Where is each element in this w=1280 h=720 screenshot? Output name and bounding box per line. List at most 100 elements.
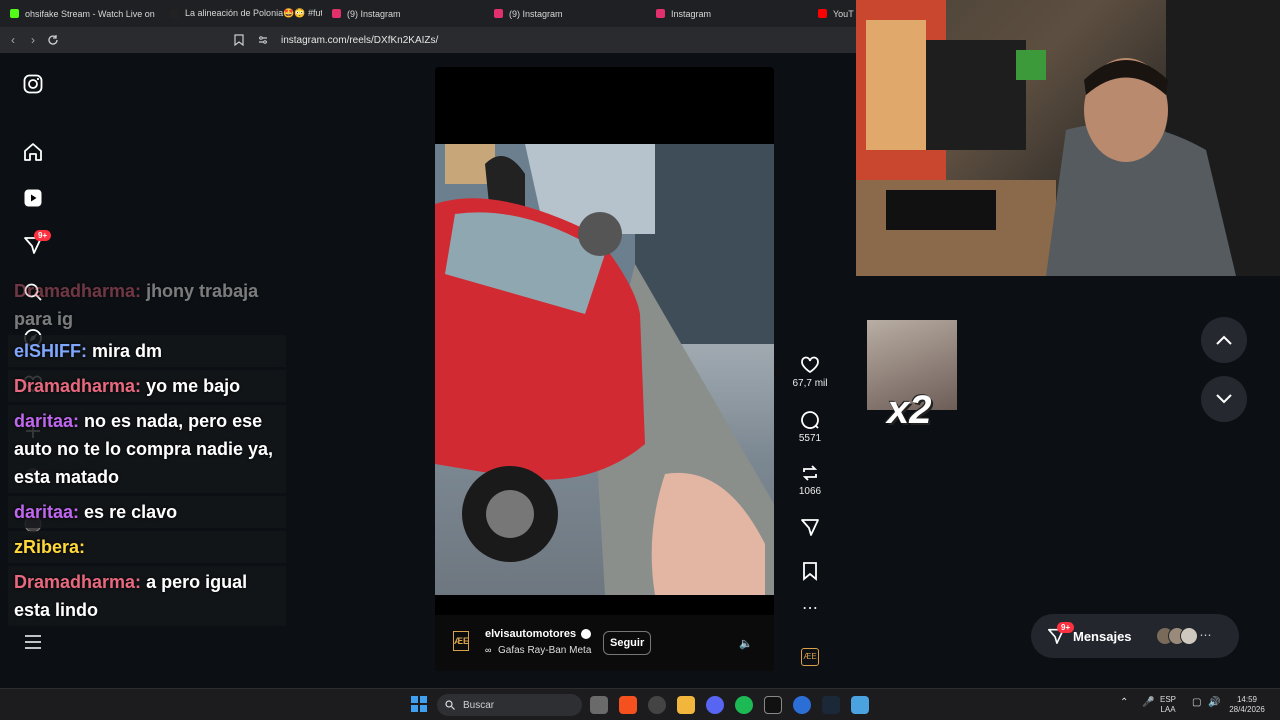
comment-button[interactable]: 5571	[786, 410, 834, 444]
browser-tab[interactable]: (9) Instagram	[322, 0, 484, 27]
chat-username[interactable]: daritaa:	[14, 502, 79, 522]
browser-tab[interactable]: La alineación de Polonia🤩😳 #futb	[160, 0, 322, 27]
browser-tab[interactable]: ohsifake Stream - Watch Live on	[0, 0, 160, 27]
audio-thumbnail[interactable]: ÆE	[786, 648, 834, 666]
tab-favicon-icon	[10, 9, 19, 18]
like-count: 67,7 mil	[792, 378, 828, 389]
chevron-down-icon	[1216, 394, 1232, 404]
capcut-icon[interactable]	[764, 696, 782, 714]
windows-taskbar: Buscar ⌃ 🎤 ESP LAA ▢ 🔊 14:59 28/4/2026	[0, 688, 1280, 720]
repost-button[interactable]: 1066	[786, 463, 834, 497]
chat-username[interactable]: elSHIFF:	[14, 341, 87, 361]
glasses-icon: ∞	[485, 645, 492, 655]
bookmark-icon	[803, 562, 817, 581]
browser-tab[interactable]: Instagram	[646, 0, 808, 27]
site-info-icon[interactable]	[253, 30, 273, 50]
taskbar-search[interactable]: Buscar	[437, 694, 582, 716]
windows-start-icon[interactable]	[411, 696, 429, 714]
tab-title: YouT	[833, 8, 854, 19]
streamer-webcam	[856, 0, 1280, 276]
network-icon[interactable]: ▢	[1192, 698, 1201, 708]
tab-title: (9) Instagram	[347, 8, 401, 19]
bookmark-icon[interactable]	[229, 30, 249, 50]
url-text[interactable]: instagram.com/reels/DXfKn2KAIZs/	[281, 35, 438, 46]
tab-favicon-icon	[818, 9, 827, 18]
comment-count: 5571	[798, 433, 822, 444]
discord-icon[interactable]	[706, 696, 724, 714]
tab-favicon-icon	[494, 9, 503, 18]
lang-top: ESP	[1160, 695, 1177, 704]
stream-chat: Dramadharma: jhony trabaja para ig elSHIF…	[8, 275, 286, 629]
verified-icon	[581, 629, 591, 639]
tab-favicon-icon	[332, 9, 341, 18]
chat-username[interactable]: daritaa:	[14, 411, 79, 431]
message-avatars: ⋯	[1155, 627, 1212, 645]
next-reel-button[interactable]	[1201, 376, 1247, 422]
clock-date: 28/4/2026	[1229, 705, 1265, 714]
photos-icon[interactable]	[851, 696, 869, 714]
language-indicator[interactable]: ESP LAA	[1160, 695, 1176, 715]
account-avatar[interactable]: ÆE	[453, 631, 469, 651]
share-button[interactable]	[786, 517, 834, 540]
chat-text: yo me bajo	[146, 376, 241, 396]
chat-username[interactable]: Dramadharma:	[14, 376, 141, 396]
more-icon[interactable]	[22, 631, 44, 653]
share-icon	[801, 519, 819, 536]
tray-chevron-icon[interactable]: ⌃	[1120, 698, 1128, 708]
follow-button[interactable]: Seguir	[603, 631, 652, 655]
comment-icon	[801, 411, 819, 429]
search-icon	[445, 700, 455, 710]
instagram-logo-icon[interactable]	[22, 73, 44, 95]
chat-username[interactable]: Dramadharma:	[14, 572, 141, 592]
search-placeholder: Buscar	[463, 699, 495, 711]
spotify-icon[interactable]	[735, 696, 753, 714]
like-icon	[801, 356, 819, 374]
previous-reel-button[interactable]	[1201, 317, 1247, 363]
chat-message: elSHIFF: mira dm	[8, 335, 286, 367]
microphone-icon[interactable]: 🎤	[1142, 698, 1154, 708]
brave-icon[interactable]	[619, 696, 637, 714]
save-button[interactable]	[786, 561, 834, 584]
account-name[interactable]: elvisautomotores	[485, 628, 576, 640]
app-c-icon[interactable]	[793, 696, 811, 714]
tab-title: ohsifake Stream - Watch Live on	[25, 8, 155, 19]
reload-icon[interactable]	[43, 30, 63, 50]
volume-icon[interactable]: 🔈	[739, 637, 753, 650]
messages-pill[interactable]: 9+ Mensajes ⋯	[1031, 614, 1239, 658]
browser-tab-bar: ohsifake Stream - Watch Live on La alinea…	[0, 0, 856, 27]
browser-tab[interactable]: YouT	[808, 0, 856, 27]
chat-message: Dramadharma: yo me bajo	[8, 370, 286, 402]
reel-footer: ÆE elvisautomotores ∞ Gafas Ray-Ban Meta…	[435, 615, 774, 671]
repost-count: 1066	[798, 486, 822, 497]
task-view-icon[interactable]	[590, 696, 608, 714]
clock[interactable]: 14:59 28/4/2026	[1224, 695, 1270, 715]
notification-badge: 9+	[34, 230, 52, 241]
tab-title: La alineación de Polonia🤩😳 #futb	[185, 8, 322, 18]
forward-icon[interactable]: ›	[23, 30, 43, 50]
more-options-icon[interactable]: ⋯	[786, 601, 834, 617]
messages-badge: 9+	[1057, 622, 1075, 633]
browser-tab[interactable]: (9) Instagram	[484, 0, 646, 27]
messages-label: Mensajes	[1073, 628, 1132, 644]
reel-video[interactable]: ÆE elvisautomotores ∞ Gafas Ray-Ban Meta…	[435, 67, 774, 671]
chat-message: daritaa: no es nada, pero ese auto no te…	[8, 405, 286, 493]
back-icon[interactable]: ‹	[3, 30, 23, 50]
file-explorer-icon[interactable]	[677, 696, 695, 714]
reel-video-frame[interactable]	[435, 144, 774, 595]
chat-username[interactable]: Dramadharma:	[14, 281, 141, 301]
song-name[interactable]: Gafas Ray-Ban Meta	[498, 645, 591, 656]
lang-bottom: LAA	[1160, 705, 1176, 714]
home-icon[interactable]	[22, 141, 44, 163]
obs-icon[interactable]	[648, 696, 666, 714]
messages-icon[interactable]: 9+	[22, 230, 52, 256]
clock-time: 14:59	[1236, 695, 1258, 704]
steam-icon[interactable]	[822, 696, 840, 714]
chevron-up-icon	[1216, 335, 1232, 345]
chat-text: es re clavo	[84, 502, 178, 522]
like-button[interactable]: 67,7 mil	[786, 355, 834, 389]
chat-message: zRibera:	[8, 531, 286, 563]
reels-icon[interactable]	[22, 187, 44, 209]
volume-icon[interactable]: 🔊	[1208, 698, 1220, 708]
chat-message: daritaa: es re clavo	[8, 496, 286, 528]
chat-username[interactable]: zRibera:	[14, 537, 85, 557]
